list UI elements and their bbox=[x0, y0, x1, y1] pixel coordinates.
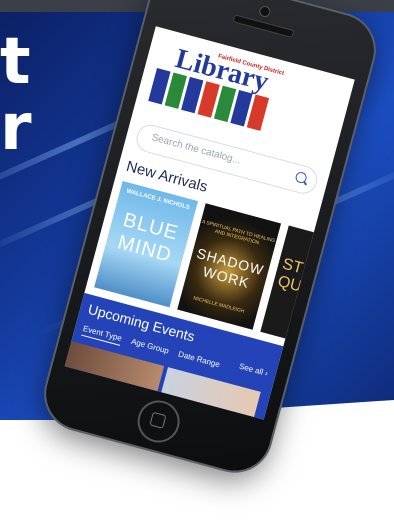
library-logo: Library Fairfield County District bbox=[147, 39, 291, 140]
tab-date-range[interactable]: Date Range bbox=[176, 349, 221, 372]
see-all-link[interactable]: See all › bbox=[238, 362, 269, 378]
search-input[interactable]: Search the catalog... bbox=[133, 121, 321, 197]
chevron-right-icon: › bbox=[263, 368, 269, 378]
home-square-icon bbox=[149, 411, 167, 429]
tab-event-type[interactable]: Event Type bbox=[81, 323, 123, 346]
see-all-label: See all bbox=[238, 361, 265, 377]
speaker-grille bbox=[232, 14, 295, 39]
tab-age-group[interactable]: Age Group bbox=[129, 337, 170, 359]
book-subtitle: A SPIRITUAL PATH TO HEALING AND INTEGRAT… bbox=[201, 219, 276, 247]
search-placeholder: Search the catalog... bbox=[150, 132, 242, 167]
home-button-icon[interactable] bbox=[132, 395, 185, 448]
search-icon[interactable] bbox=[294, 170, 308, 185]
camera-icon bbox=[258, 4, 272, 19]
hero-letter: r bbox=[0, 91, 32, 165]
book-author: MICHELLE MADLEIGH bbox=[192, 295, 245, 315]
hero-letter: t bbox=[0, 25, 31, 99]
book-title: BLUE MIND bbox=[115, 208, 181, 267]
book-title: SHADOW WORK bbox=[195, 244, 266, 291]
